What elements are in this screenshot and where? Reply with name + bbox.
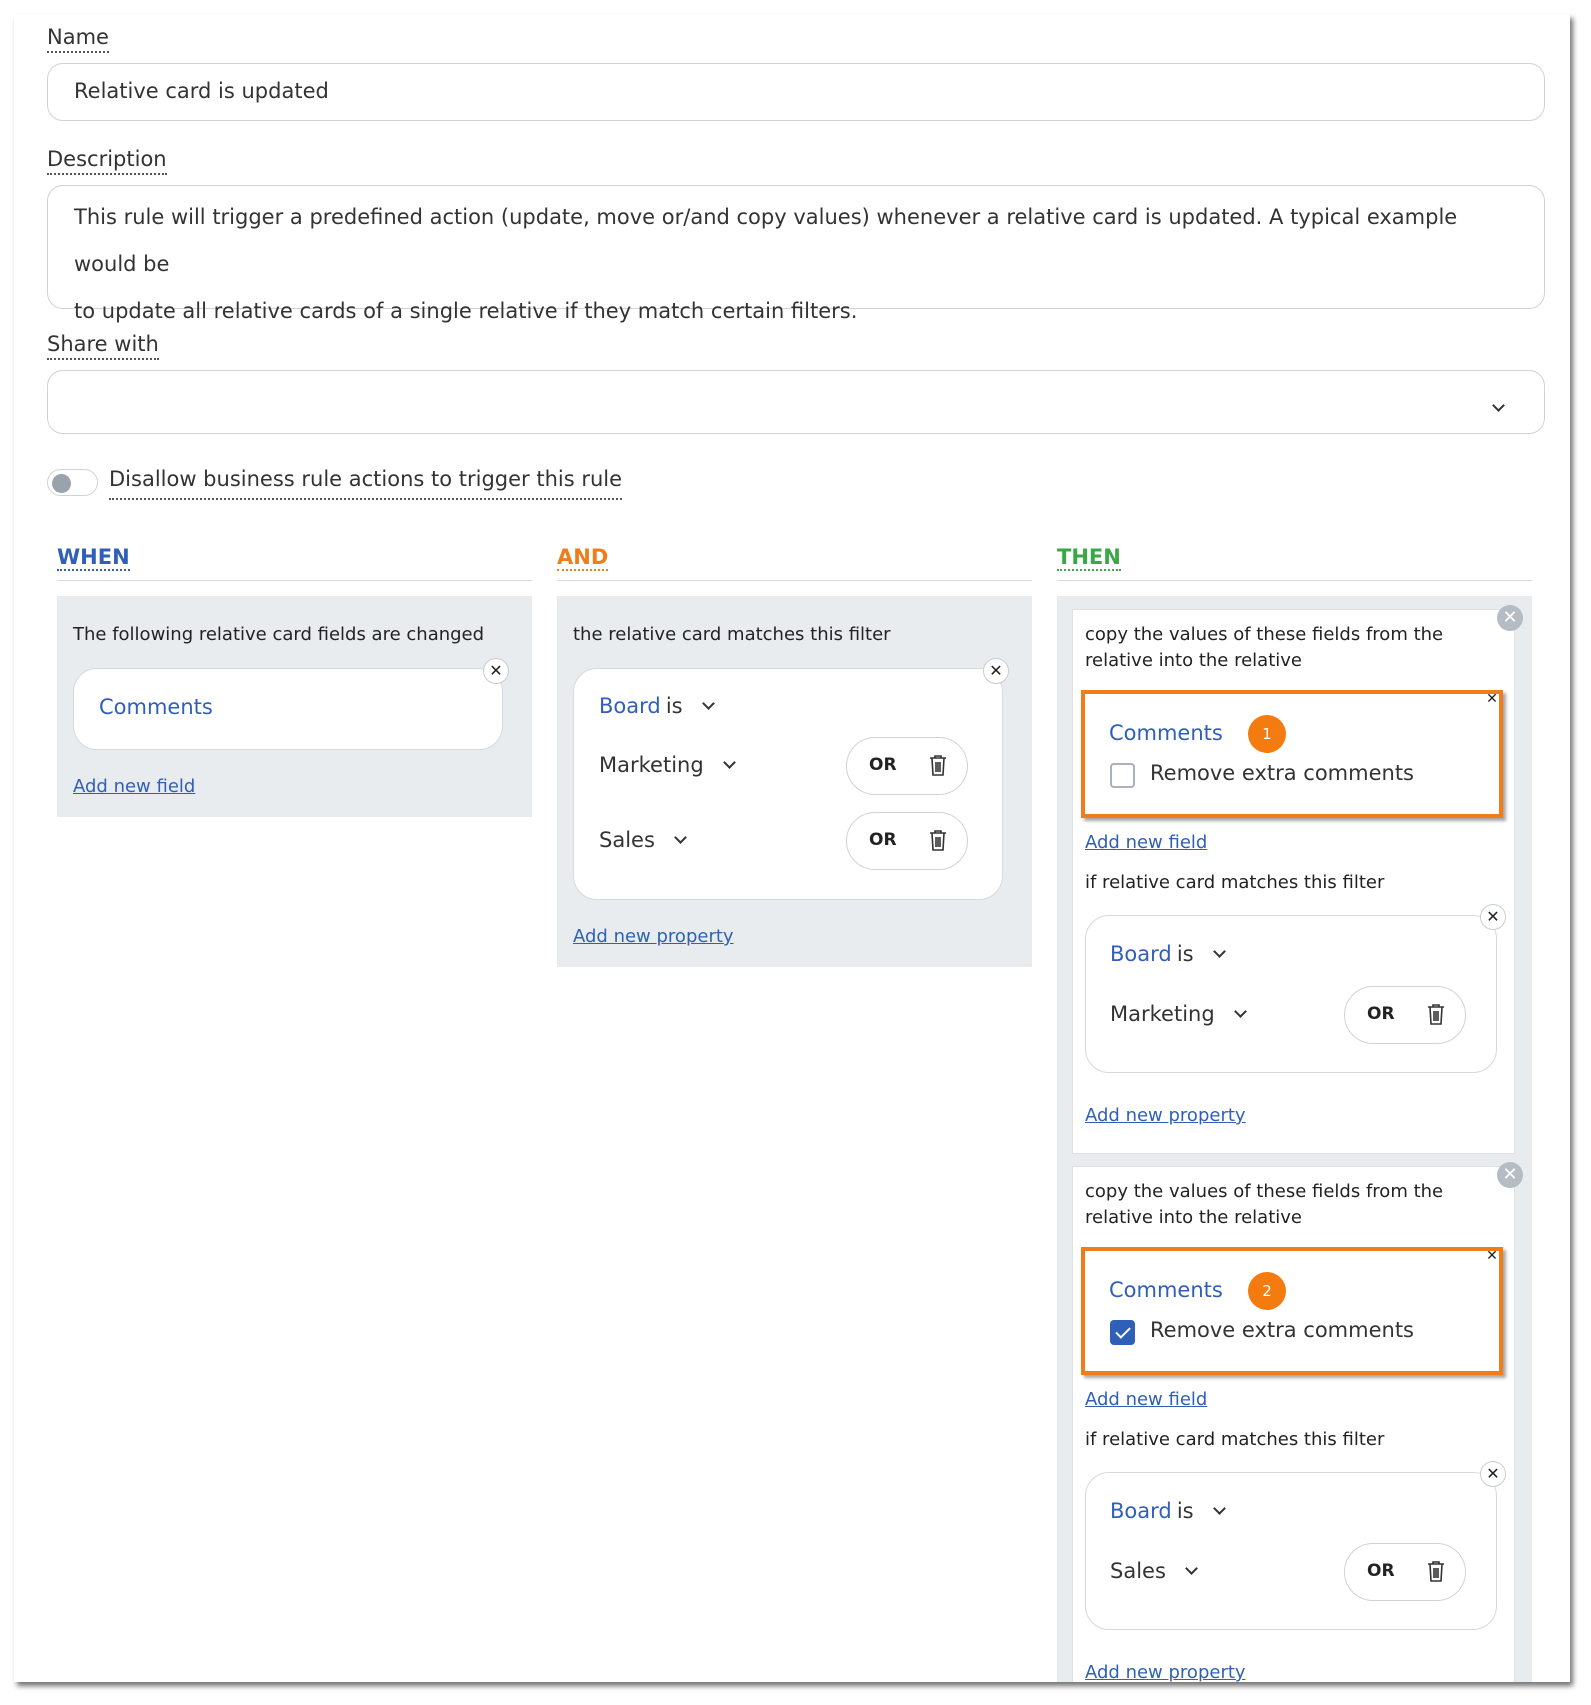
when-divider	[57, 580, 532, 581]
board-property-name: Board	[1110, 942, 1172, 966]
then-heading: THEN	[1057, 545, 1121, 571]
highlight-frame-2: Comments 2 Remove extra comments ✕	[1081, 1247, 1503, 1375]
close-icon[interactable]: ✕	[1480, 1461, 1506, 1487]
when-add-field-link[interactable]: Add new field	[73, 776, 195, 797]
close-icon[interactable]: ✕	[1480, 904, 1506, 930]
when-panel: The following relative card fields are c…	[57, 596, 532, 817]
or-delete-group: OR	[1344, 986, 1466, 1044]
then-action-2: copy the values of these fields from the…	[1072, 1166, 1515, 1682]
then-field-name[interactable]: Comments	[1109, 1278, 1223, 1302]
description-line-1: This rule will trigger a predefined acti…	[74, 205, 1458, 276]
board-property-name: Board	[1110, 1499, 1172, 1523]
when-panel-title: The following relative card fields are c…	[73, 624, 485, 645]
when-heading: WHEN	[57, 545, 130, 571]
remove-action-icon[interactable]: ✕	[1497, 605, 1523, 631]
or-delete-group: OR	[846, 812, 968, 870]
and-heading: AND	[557, 545, 609, 571]
chevron-down-icon[interactable]	[1492, 399, 1505, 412]
and-divider	[557, 580, 1032, 581]
close-icon[interactable]: ✕	[983, 658, 1009, 684]
then-add-field-link-1[interactable]: Add new field	[1085, 832, 1207, 853]
step-badge-1: 1	[1248, 715, 1286, 753]
then-add-field-link-2[interactable]: Add new field	[1085, 1389, 1207, 1410]
then-filter-card-2: Board is Sales OR	[1085, 1472, 1497, 1630]
then-add-property-link-2[interactable]: Add new property	[1085, 1662, 1246, 1682]
board-property-select[interactable]: Board is	[1110, 942, 1226, 966]
then-filter-card-1: Board is Marketing OR	[1085, 915, 1497, 1073]
board-property-op: is	[665, 694, 683, 718]
action-title-line-2: relative into the relative	[1085, 650, 1302, 671]
description-input[interactable]: This rule will trigger a predefined acti…	[47, 185, 1545, 323]
trash-icon[interactable]	[1427, 1003, 1445, 1025]
board-property-select[interactable]: Board is	[1110, 1499, 1226, 1523]
then-panel: copy the values of these fields from the…	[1057, 596, 1532, 1682]
or-button[interactable]: OR	[1367, 1004, 1395, 1024]
step-badge-2: 2	[1248, 1272, 1286, 1310]
name-label: Name	[47, 24, 109, 53]
value-select[interactable]: Marketing	[1110, 1002, 1247, 1026]
chevron-down-icon	[701, 697, 715, 710]
then-filter-title-2: if relative card matches this filter	[1085, 1429, 1385, 1450]
remove-extra-comments-label-2: Remove extra comments	[1150, 1318, 1414, 1342]
and-add-property-link[interactable]: Add new property	[573, 926, 734, 947]
disallow-toggle-label: Disallow business rule actions to trigge…	[109, 465, 623, 500]
remove-action-icon[interactable]: ✕	[1497, 1162, 1523, 1188]
board-property-op: is	[1176, 942, 1194, 966]
toggle-knob	[52, 474, 71, 493]
then-filter-title-1: if relative card matches this filter	[1085, 872, 1385, 893]
name-value: Relative card is updated	[74, 79, 329, 103]
then-action-1: copy the values of these fields from the…	[1072, 609, 1515, 1154]
value-select-marketing[interactable]: Marketing	[599, 753, 736, 777]
chevron-down-icon	[1185, 1562, 1198, 1575]
chevron-down-icon	[1212, 1502, 1226, 1515]
then-add-property-link-1[interactable]: Add new property	[1085, 1105, 1246, 1126]
when-field-card: Comments	[73, 668, 503, 750]
board-property-name: Board	[599, 694, 661, 718]
filter-value: Sales	[599, 828, 655, 852]
chevron-down-icon	[1212, 945, 1226, 958]
remove-extra-comments-checkbox-1[interactable]	[1110, 763, 1135, 788]
chevron-down-icon	[722, 756, 736, 769]
chevron-down-icon	[1233, 1005, 1247, 1018]
or-delete-group: OR	[846, 737, 968, 795]
description-label: Description	[47, 146, 167, 175]
trash-icon[interactable]	[929, 754, 947, 776]
or-button[interactable]: OR	[869, 830, 897, 850]
filter-value: Marketing	[599, 753, 704, 777]
filter-value: Sales	[1110, 1559, 1166, 1583]
highlight-frame-1: Comments 1 Remove extra comments ✕	[1081, 690, 1503, 818]
trash-icon[interactable]	[1427, 1560, 1445, 1582]
close-icon[interactable]: ✕	[1485, 692, 1499, 706]
chevron-down-icon	[674, 831, 687, 844]
action-title-line-1: copy the values of these fields from the	[1085, 624, 1444, 645]
action-title-line-2: relative into the relative	[1085, 1207, 1302, 1228]
disallow-toggle[interactable]	[47, 469, 98, 496]
board-property-op: is	[1176, 1499, 1194, 1523]
filter-value: Marketing	[1110, 1002, 1215, 1026]
trash-icon[interactable]	[929, 829, 947, 851]
or-button[interactable]: OR	[1367, 1561, 1395, 1581]
then-divider	[1057, 580, 1532, 581]
action-title-line-1: copy the values of these fields from the	[1085, 1181, 1444, 1202]
and-filter-card: Board is Marketing OR Sales OR	[573, 668, 1003, 900]
remove-extra-comments-checkbox-2[interactable]	[1110, 1320, 1135, 1345]
board-property-select[interactable]: Board is	[599, 694, 715, 718]
close-icon[interactable]: ✕	[1485, 1249, 1499, 1263]
then-field-name[interactable]: Comments	[1109, 721, 1223, 745]
when-field-name[interactable]: Comments	[99, 695, 213, 719]
and-panel-title: the relative card matches this filter	[573, 624, 891, 645]
or-delete-group: OR	[1344, 1543, 1466, 1601]
remove-extra-comments-label-1: Remove extra comments	[1150, 761, 1414, 785]
description-line-2: to update all relative cards of a single…	[74, 299, 858, 323]
value-select[interactable]: Sales	[1110, 1559, 1198, 1583]
or-button[interactable]: OR	[869, 755, 897, 775]
and-panel: the relative card matches this filter Bo…	[557, 596, 1032, 967]
rule-editor: Name Relative card is updated Descriptio…	[14, 14, 1570, 1682]
share-with-label: Share with	[47, 331, 159, 360]
value-select-sales[interactable]: Sales	[599, 828, 687, 852]
share-with-select[interactable]	[47, 370, 1545, 434]
name-input[interactable]: Relative card is updated	[47, 63, 1545, 121]
close-icon[interactable]: ✕	[483, 658, 509, 684]
